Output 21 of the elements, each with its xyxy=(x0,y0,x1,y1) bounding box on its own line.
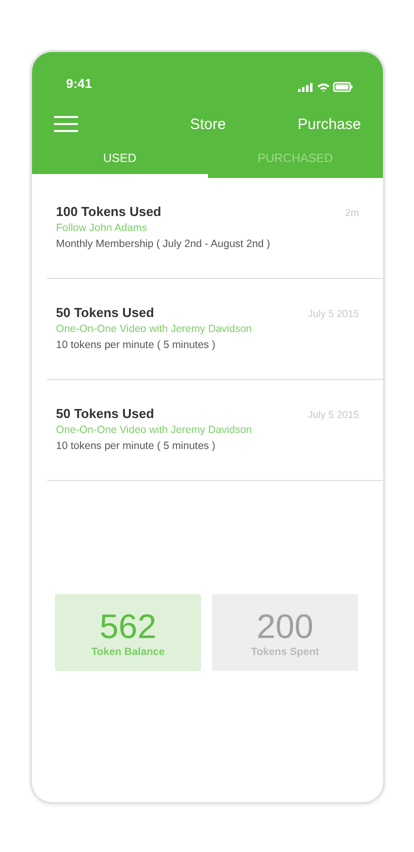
transaction-detail: 10 tokens per minute ( 5 minutes ) xyxy=(56,440,216,452)
transaction-title: 100 Tokens Used xyxy=(56,204,162,219)
menu-icon[interactable] xyxy=(54,115,78,133)
battery-icon xyxy=(333,82,353,92)
stat-value: 200 xyxy=(256,608,314,646)
stat-label: Token Balance xyxy=(91,646,165,658)
tab[interactable]: USED xyxy=(32,148,208,178)
transaction-title: 50 Tokens Used xyxy=(56,406,154,421)
transaction-subtitle: One-On-One Video with Jeremy Davidson xyxy=(56,323,253,335)
stat-value: 562 xyxy=(100,608,156,646)
purchase-link[interactable]: Purchase xyxy=(298,116,361,132)
tab[interactable]: PURCHASED xyxy=(208,148,383,178)
transaction-detail: Monthly Membership ( July 2nd - August 2nd ) xyxy=(56,238,272,250)
transaction-subtitle: One-On-One Video with Jeremy Davidson xyxy=(56,424,253,436)
wifi-icon xyxy=(317,82,330,92)
signal-icon xyxy=(298,82,314,92)
status-time: 9:41 xyxy=(66,76,92,90)
transaction-subtitle: Follow John Adams xyxy=(56,222,148,234)
header-title: Store xyxy=(190,116,226,132)
transaction-title: 50 Tokens Used xyxy=(56,305,154,320)
transaction-detail: 10 tokens per minute ( 5 minutes ) xyxy=(56,339,216,351)
